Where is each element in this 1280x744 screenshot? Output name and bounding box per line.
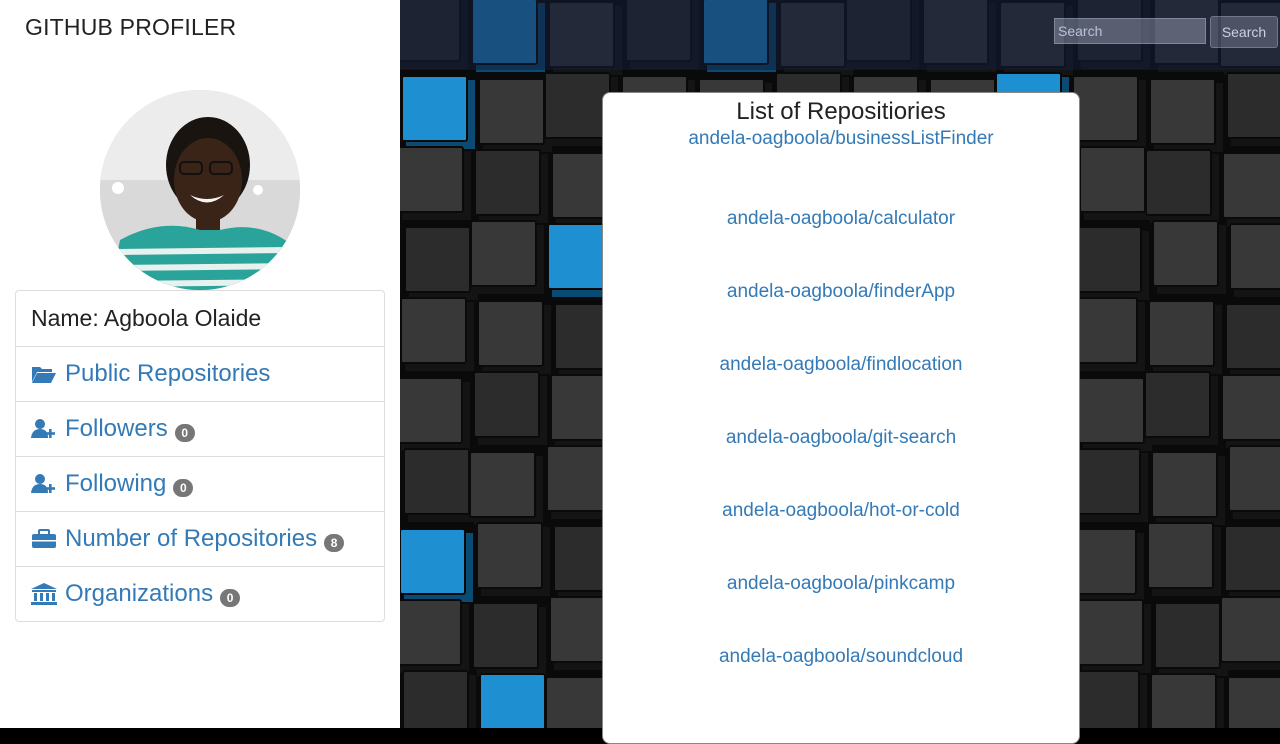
cube-face (544, 72, 611, 139)
cube-face (401, 75, 468, 142)
organizations-label: Organizations (65, 580, 214, 607)
organizations-count-badge: 0 (220, 589, 241, 607)
folder-open-icon (31, 363, 57, 385)
list-item: andela-oagboola/businessListFinder (603, 126, 1079, 199)
repo-link[interactable]: andela-oagboola/soundcloud (719, 647, 963, 667)
cube-face (476, 522, 543, 589)
following-label: Following (65, 470, 167, 497)
cube-face (1071, 297, 1138, 364)
repository-panel: List of Repositiories andela-oagboola/bu… (602, 92, 1080, 744)
number-of-repositories-label: Number of Repositories (65, 525, 318, 552)
cube-face (400, 377, 463, 444)
list-item: andela-oagboola/soundcloud (603, 637, 1079, 710)
cube-face (1154, 602, 1221, 669)
repo-link[interactable]: andela-oagboola/calculator (727, 209, 955, 229)
cube-face (1078, 377, 1145, 444)
cube-face (1224, 525, 1280, 592)
following-count-badge: 0 (173, 479, 194, 497)
cube-face (1147, 522, 1214, 589)
avatar (100, 90, 300, 290)
sidebar: GITHUB PROFILER Name: Agboola Olaide Pub… (0, 0, 400, 728)
user-plus-icon (31, 418, 57, 440)
cube-face (400, 528, 466, 595)
public-repositories-link[interactable]: Public Repositories (16, 346, 384, 401)
public-repositories-label: Public Repositories (65, 360, 271, 387)
cube-face (404, 226, 471, 293)
cube-face (1079, 146, 1146, 213)
cube-face (1222, 152, 1280, 219)
cube-face (1148, 300, 1215, 367)
cube-face (1075, 226, 1142, 293)
list-item: andela-oagboola/pinkcamp (603, 564, 1079, 637)
cube-face (1228, 445, 1280, 512)
cube-face (474, 149, 541, 216)
cube-face (1229, 223, 1280, 290)
cube-face (1151, 451, 1218, 518)
cube-face (1225, 303, 1280, 370)
cube-face (1074, 448, 1141, 515)
cube-face (479, 673, 546, 728)
profile-list: Name: Agboola Olaide Public Repositories… (15, 290, 385, 622)
cube-face (1144, 371, 1211, 438)
cube-face (1221, 374, 1280, 441)
repository-list-title: List of Repositiories (736, 98, 946, 125)
cube-face (1150, 673, 1217, 728)
cube-face (1152, 220, 1219, 287)
profile-name: Name: Agboola Olaide (31, 305, 262, 331)
search-input[interactable] (1054, 18, 1206, 44)
cube-face (1145, 149, 1212, 216)
list-item: andela-oagboola/finderApp (603, 272, 1079, 345)
repositories-count-badge: 8 (324, 534, 345, 552)
list-item: andela-oagboola/findlocation (603, 345, 1079, 418)
cube-face (478, 78, 545, 145)
repo-link[interactable]: andela-oagboola/git-search (726, 428, 956, 448)
cube-face (1226, 72, 1280, 139)
following-link[interactable]: Following 0 (16, 456, 384, 511)
cube-face (400, 297, 467, 364)
list-item: andela-oagboola/git-search (603, 418, 1079, 491)
followers-label: Followers (65, 415, 168, 442)
organizations-link[interactable]: Organizations 0 (16, 566, 384, 621)
repo-link[interactable]: andela-oagboola/hot-or-cold (722, 501, 960, 521)
repository-list: andela-oagboola/businessListFinder andel… (603, 126, 1079, 710)
bank-icon (31, 583, 57, 605)
cube-face (473, 371, 540, 438)
repo-link[interactable]: andela-oagboola/pinkcamp (727, 574, 955, 594)
briefcase-icon (31, 528, 57, 550)
followers-link[interactable]: Followers 0 (16, 401, 384, 456)
cube-face (400, 146, 464, 213)
cube-face (1220, 596, 1280, 663)
cube-face (1149, 78, 1216, 145)
cube-face (1073, 670, 1140, 728)
cube-face (477, 300, 544, 367)
cube-face (1072, 75, 1139, 142)
cube-face (470, 220, 537, 287)
list-item: andela-oagboola/calculator (603, 199, 1079, 272)
cube-face (402, 670, 469, 728)
list-item: andela-oagboola/hot-or-cold (603, 491, 1079, 564)
followers-count-badge: 0 (174, 424, 195, 442)
cube-face (472, 602, 539, 669)
cube-face (1227, 676, 1280, 728)
user-plus-icon (31, 473, 57, 495)
repo-link[interactable]: andela-oagboola/findlocation (720, 355, 963, 375)
app-title: GITHUB PROFILER (25, 14, 237, 40)
number-of-repositories-link[interactable]: Number of Repositories 8 (16, 511, 384, 566)
search-button[interactable]: Search (1210, 16, 1278, 48)
repo-link[interactable]: andela-oagboola/finderApp (727, 282, 955, 302)
cube-face (1070, 528, 1137, 595)
repo-link[interactable]: andela-oagboola/businessListFinder (688, 129, 993, 149)
cube-face (400, 599, 462, 666)
cube-face (1077, 599, 1144, 666)
cube-face (403, 448, 470, 515)
cube-face (469, 451, 536, 518)
